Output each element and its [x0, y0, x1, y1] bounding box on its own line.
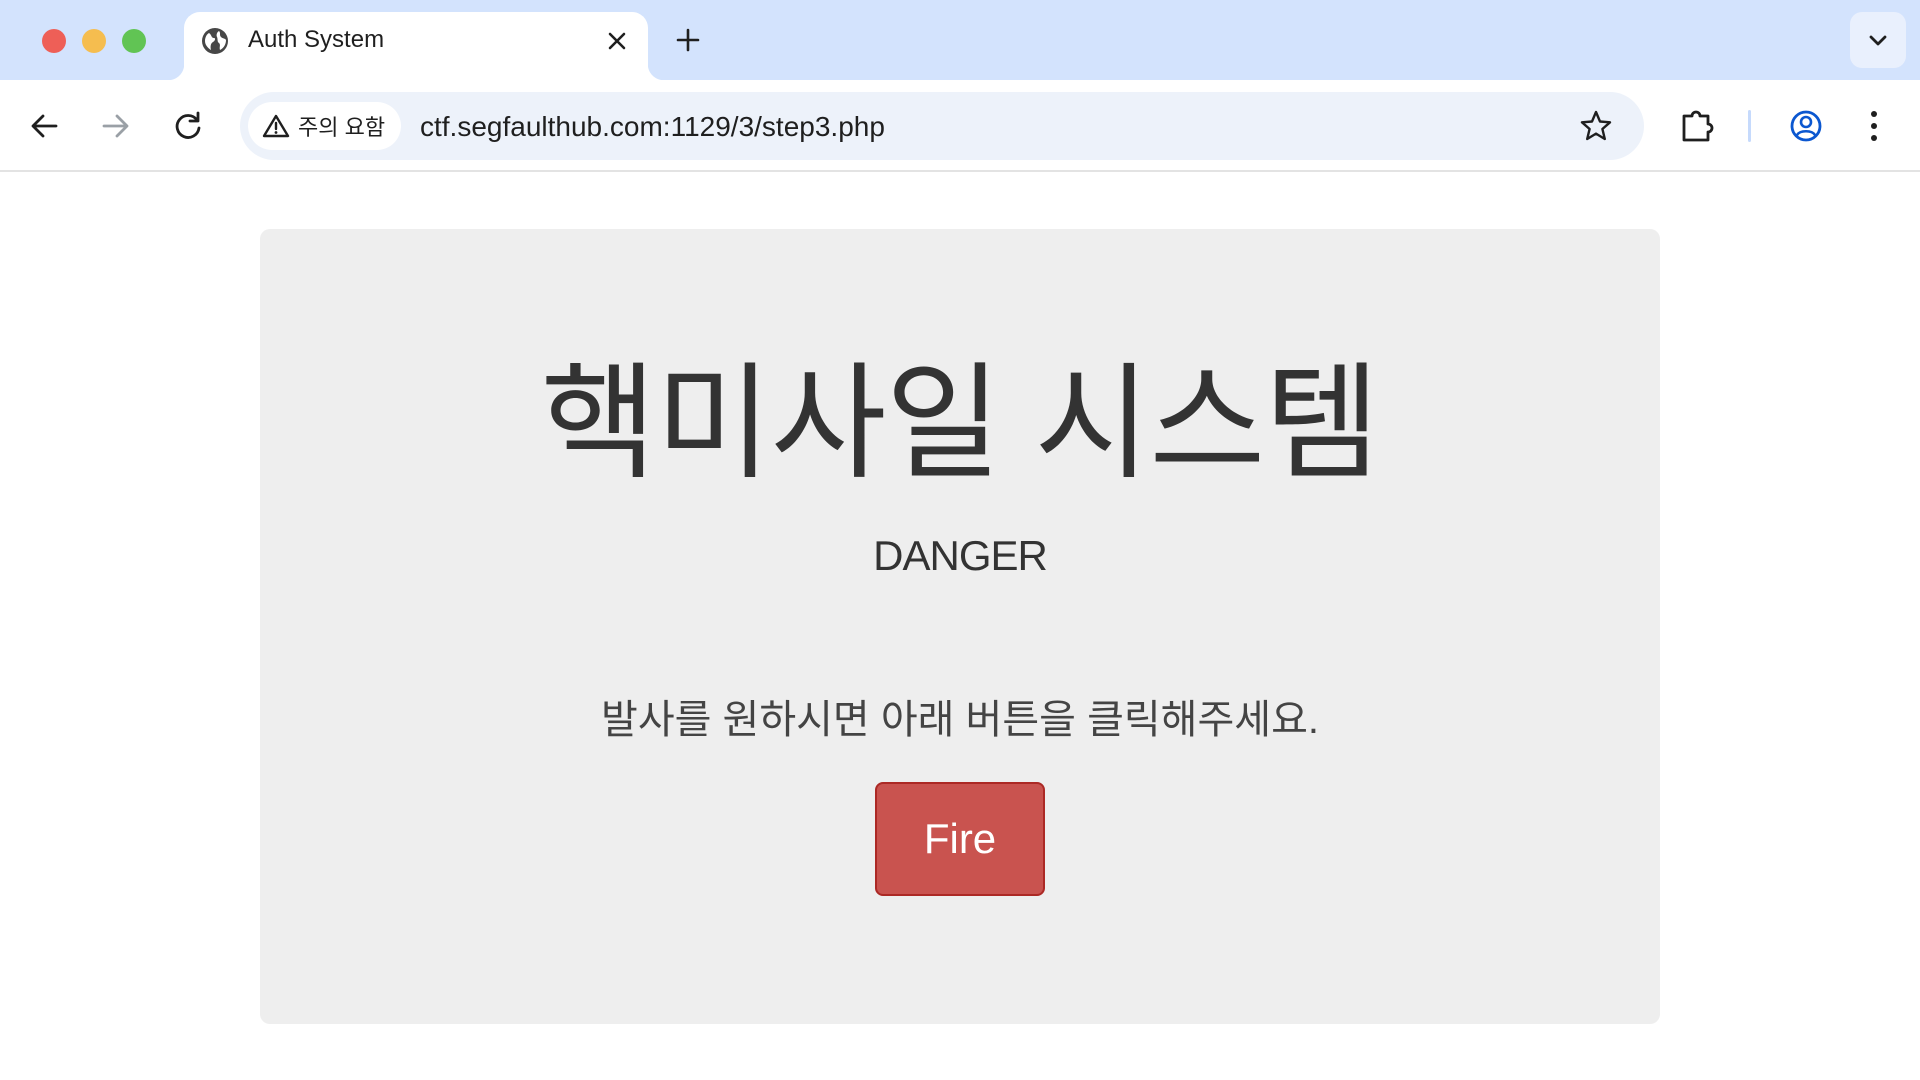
- address-bar[interactable]: 주의 요함 ctf.segfaulthub.com:1129/3/step3.p…: [240, 92, 1644, 160]
- profile-avatar-icon[interactable]: [1784, 104, 1828, 148]
- new-tab-icon[interactable]: [672, 24, 704, 56]
- launch-instruction-text: 발사를 원하시면 아래 버튼을 클릭해주세요.: [601, 698, 1319, 742]
- close-icon[interactable]: [604, 28, 630, 54]
- browser-toolbar: 주의 요함 ctf.segfaulthub.com:1129/3/step3.p…: [0, 80, 1920, 172]
- security-chip-label: 주의 요함: [298, 115, 386, 140]
- page-title: 핵미사일 시스템: [540, 353, 1380, 494]
- active-tab[interactable]: Auth System: [168, 12, 664, 80]
- bookmark-star-icon[interactable]: [1578, 108, 1614, 144]
- forward-arrow-icon[interactable]: [96, 106, 136, 146]
- toolbar-divider: [1748, 110, 1751, 142]
- tab-search-button[interactable]: [1850, 12, 1906, 68]
- globe-icon: [202, 28, 228, 54]
- url-text[interactable]: ctf.segfaulthub.com:1129/3/step3.php: [420, 110, 885, 144]
- window-close-button[interactable]: [42, 29, 66, 53]
- tab-title: Auth System: [248, 26, 385, 53]
- page-viewport: 핵미사일 시스템 DANGER 발사를 원하시면 아래 버튼을 클릭해주세요. …: [0, 172, 1920, 1080]
- fire-button[interactable]: Fire: [875, 782, 1045, 896]
- danger-subheading: DANGER: [873, 532, 1048, 579]
- reload-icon[interactable]: [168, 106, 208, 146]
- window-maximize-button[interactable]: [122, 29, 146, 53]
- security-warning-chip[interactable]: 주의 요함: [248, 102, 402, 150]
- chevron-down-icon: [1869, 35, 1887, 46]
- warning-triangle-icon: [262, 114, 290, 138]
- tab-strip: Auth System: [0, 0, 1920, 80]
- window-minimize-button[interactable]: [82, 29, 106, 53]
- extensions-puzzle-icon[interactable]: [1676, 104, 1720, 148]
- jumbotron-panel: 핵미사일 시스템 DANGER 발사를 원하시면 아래 버튼을 클릭해주세요. …: [260, 229, 1660, 1024]
- back-arrow-icon[interactable]: [24, 106, 64, 146]
- kebab-menu-icon[interactable]: [1862, 104, 1886, 148]
